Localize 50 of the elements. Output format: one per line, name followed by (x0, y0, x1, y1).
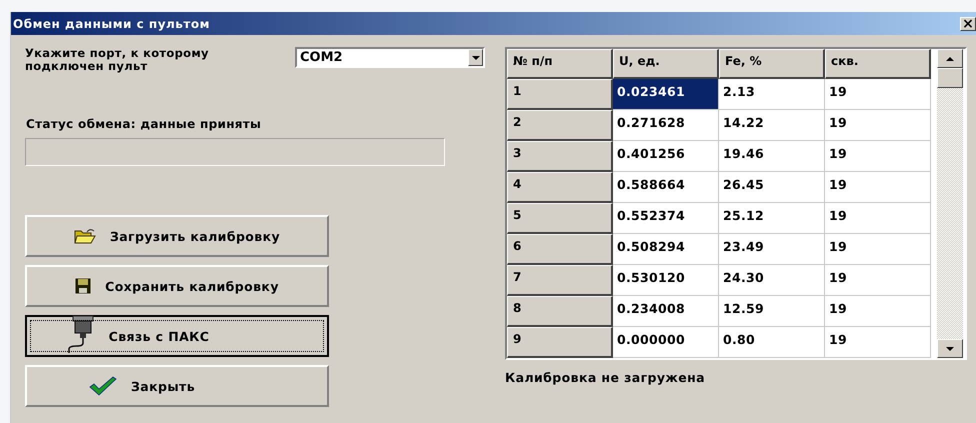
table-cell[interactable]: 25.12 (719, 203, 825, 234)
table-cell[interactable]: 12.59 (719, 296, 825, 327)
table-cell[interactable]: 19 (825, 79, 931, 110)
row-header[interactable]: 7 (507, 265, 613, 296)
table-cell[interactable]: 19 (825, 265, 931, 296)
row-header[interactable]: 2 (507, 110, 613, 141)
action-button[interactable]: Загрузить калибровку (25, 215, 329, 257)
table-cell[interactable]: 19 (825, 203, 931, 234)
port-dropdown[interactable]: COM2 (295, 47, 485, 68)
row-header[interactable]: 3 (507, 141, 613, 172)
action-button[interactable]: Связь с ПАКС (25, 315, 329, 357)
row-header[interactable]: 8 (507, 296, 613, 327)
column-header[interactable]: U, ед. (613, 49, 719, 79)
close-button[interactable]: × (960, 16, 976, 30)
table-cell[interactable]: 19 (825, 327, 931, 358)
table-cell[interactable]: 0.588664 (613, 172, 719, 203)
table-cell[interactable]: 19 (825, 296, 931, 327)
port-label: Укажите порт, к которому подключен пульт (25, 47, 210, 73)
table-cell[interactable]: 0.80 (719, 327, 825, 358)
row-header[interactable]: 1 (507, 79, 613, 110)
table-cell[interactable]: 0.508294 (613, 234, 719, 265)
table-cell[interactable]: 0.530120 (613, 265, 719, 296)
row-header[interactable]: 9 (507, 327, 613, 358)
action-button[interactable]: Сохранить калибровку (25, 265, 329, 307)
table-cell[interactable]: 19 (825, 110, 931, 141)
column-header[interactable]: № п/п (507, 49, 613, 79)
table-cell[interactable]: 0.271628 (613, 110, 719, 141)
table-cell[interactable]: 2.13 (719, 79, 825, 110)
table-cell[interactable]: 19.46 (719, 141, 825, 172)
table-cell[interactable]: 19 (825, 141, 931, 172)
row-header[interactable]: 5 (507, 203, 613, 234)
table-cell[interactable]: 0.552374 (613, 203, 719, 234)
table-cell[interactable]: 0.023461 (613, 79, 719, 110)
table-cell[interactable]: 26.45 (719, 172, 825, 203)
row-header[interactable]: 4 (507, 172, 613, 203)
calibration-status: Калибровка не загружена (505, 370, 706, 385)
window-title: Обмен данными с пультом (13, 16, 210, 30)
table-cell[interactable]: 19 (825, 234, 931, 265)
table-cell[interactable]: 0.234008 (613, 296, 719, 327)
row-header[interactable]: 6 (507, 234, 613, 265)
status-label: Статус обмена: данные приняты (25, 117, 262, 131)
column-header[interactable]: Fe, % (719, 49, 825, 79)
column-header[interactable]: скв. (825, 49, 931, 79)
table-cell[interactable]: 23.49 (719, 234, 825, 265)
close-button[interactable]: Закрыть (25, 365, 329, 407)
table-cell[interactable]: 0.401256 (613, 141, 719, 172)
table-cell[interactable]: 19 (825, 172, 931, 203)
table-cell[interactable]: 0.000000 (613, 327, 719, 358)
table-cell[interactable]: 14.22 (719, 110, 825, 141)
table-cell[interactable]: 24.30 (719, 265, 825, 296)
